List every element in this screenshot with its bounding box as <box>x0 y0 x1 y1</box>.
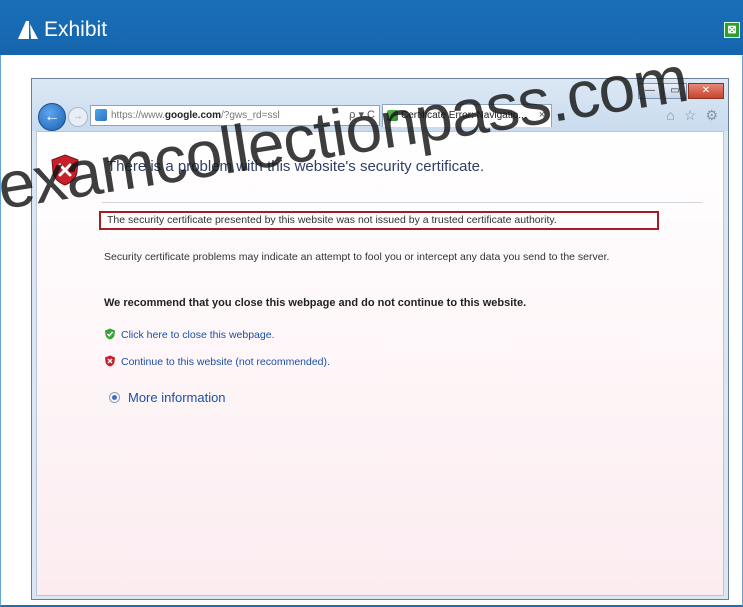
more-information-toggle[interactable]: More information <box>109 390 226 405</box>
address-bar[interactable]: https://www.google.com/?gws_rd=ssl ρ ▾ C <box>90 105 380 126</box>
untrusted-ca-message: The security certificate presented by th… <box>99 211 659 230</box>
minimize-button[interactable]: — <box>638 83 662 99</box>
recommendation-text: We recommend that you close this webpage… <box>104 297 527 309</box>
tab-label: Certificate Error: Navigatio... <box>401 110 527 121</box>
favorites-star-icon[interactable]: ☆ <box>684 107 697 124</box>
address-domain: google.com <box>164 110 222 121</box>
window-controls: — ▭ ✕ <box>638 83 724 99</box>
page-title: There is a problem with this website's s… <box>107 158 485 175</box>
forward-button[interactable]: → <box>68 107 88 127</box>
site-favicon-icon <box>95 109 107 121</box>
address-prefix: https://www. <box>111 110 165 121</box>
security-warning-text: Security certificate problems may indica… <box>104 251 610 263</box>
tools-gear-icon[interactable]: ⚙ <box>705 107 718 124</box>
expand-icon <box>109 392 120 403</box>
tab-close-icon[interactable]: × <box>539 105 545 126</box>
continue-website-link-label: Continue to this website (not recommende… <box>121 356 330 368</box>
certificate-error-page: There is a problem with this website's s… <box>36 131 724 596</box>
more-information-label: More information <box>128 390 226 405</box>
browser-window: — ▭ ✕ ← → https://www.google.com/?gws_rd… <box>31 78 729 600</box>
security-shield-error-icon <box>51 154 79 186</box>
back-button[interactable]: ← <box>38 103 66 131</box>
green-shield-check-icon <box>105 328 115 340</box>
exhibit-title: Exhibit <box>44 18 108 41</box>
tab-favicon-icon <box>387 110 398 121</box>
continue-website-link[interactable]: Continue to this website (not recommende… <box>104 355 330 368</box>
exhibit-header: Exhibit ⊠ <box>0 0 743 55</box>
exhibit-close-button[interactable]: ⊠ <box>724 22 740 38</box>
tab-certificate-error[interactable]: Certificate Error: Navigatio... × <box>382 104 552 127</box>
maximize-button[interactable]: ▭ <box>663 83 687 99</box>
window-close-button[interactable]: ✕ <box>688 83 724 99</box>
address-suffix: /?gws_rd=ssl <box>221 110 280 121</box>
home-icon[interactable]: ⌂ <box>666 107 674 124</box>
red-shield-x-icon <box>105 355 115 367</box>
browser-titlebar: — ▭ ✕ ← → https://www.google.com/?gws_rd… <box>32 79 728 131</box>
browser-toolbar-icons: ⌂ ☆ ⚙ <box>666 107 718 124</box>
close-webpage-link[interactable]: Click here to close this webpage. <box>104 328 275 341</box>
divider <box>102 202 702 203</box>
close-webpage-link-label: Click here to close this webpage. <box>121 329 275 341</box>
search-refresh-icons[interactable]: ρ ▾ C <box>349 106 375 125</box>
exhibit-logo-icon <box>18 21 38 39</box>
